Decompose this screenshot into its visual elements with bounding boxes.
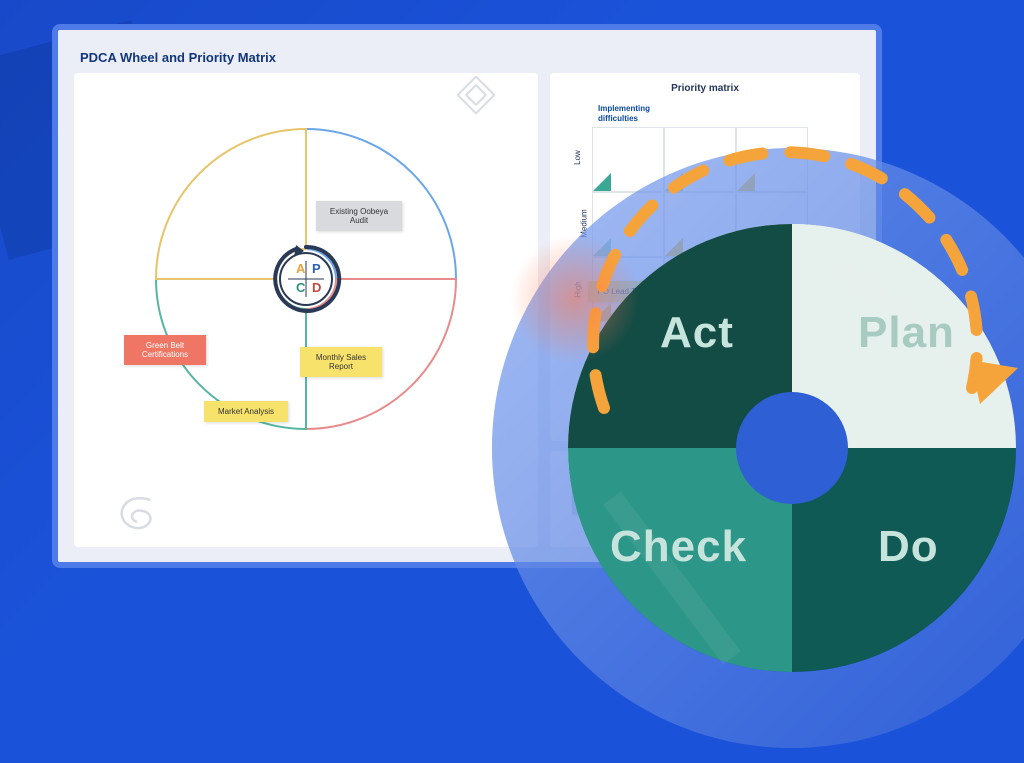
sticky-monthly-sales[interactable]: Monthly Sales Report bbox=[300, 347, 382, 377]
center-a: A bbox=[296, 261, 306, 276]
matrix-axis-hint: Implementing difficulties bbox=[598, 104, 846, 123]
scribble-icon bbox=[116, 493, 158, 535]
sticky-market-analysis[interactable]: Market Analysis bbox=[204, 401, 288, 422]
sticky-existing-audit[interactable]: Existing Oobeya Audit bbox=[316, 201, 402, 231]
pdca-wheel-panel[interactable]: A P C D Existing Oobeya Audit Monthly Sa… bbox=[74, 73, 538, 547]
center-c: C bbox=[296, 280, 306, 295]
big-pdca-ring: Act Plan Do Check bbox=[482, 138, 1024, 758]
matrix-axis-line1: Implementing bbox=[598, 104, 650, 113]
board-title: PDCA Wheel and Priority Matrix bbox=[80, 50, 860, 65]
sticky-greenbelt[interactable]: Green Belt Certifications bbox=[124, 335, 206, 365]
big-label-plan: Plan bbox=[858, 308, 955, 358]
big-label-do: Do bbox=[878, 522, 939, 572]
center-d: D bbox=[312, 280, 321, 295]
center-p: P bbox=[312, 261, 321, 276]
matrix-title: Priority matrix bbox=[564, 83, 846, 94]
glow-spot bbox=[510, 234, 640, 364]
big-label-act: Act bbox=[660, 308, 734, 358]
matrix-axis-line2: difficulties bbox=[598, 114, 638, 123]
pdca-wheel[interactable]: A P C D bbox=[136, 79, 476, 479]
big-label-check: Check bbox=[610, 522, 747, 572]
